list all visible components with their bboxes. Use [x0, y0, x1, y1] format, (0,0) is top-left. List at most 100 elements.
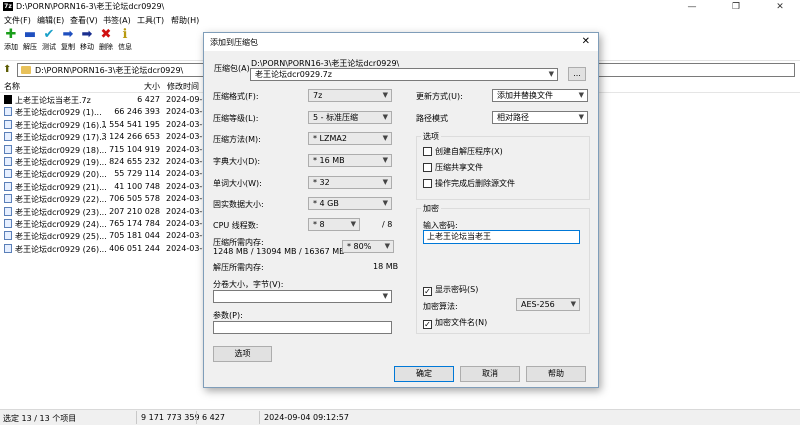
file-date: 2024-03-0 [166, 218, 208, 228]
mem-percent-value: * 80% [347, 242, 372, 251]
mem-decomp-value: 18 MB [373, 262, 399, 271]
menu-tools[interactable]: 工具(T) [137, 15, 164, 26]
format-select[interactable]: 7z ▼ [308, 89, 392, 102]
status-bar: 选定 13 / 13 个项目 9 171 773 359 6 427 2024-… [0, 409, 800, 425]
chevron-down-icon: ▼ [382, 156, 388, 164]
split-combo[interactable]: ▼ [213, 290, 392, 303]
sfx-checkbox[interactable]: 创建自解压程序(X) [423, 146, 503, 157]
options-group-title: 选项 [421, 131, 441, 142]
dict-label: 字典大小(D): [213, 157, 261, 166]
file-name: 老王论坛dcr0929 (24)... [15, 219, 107, 229]
file-size: 1 554 541 195 [101, 119, 160, 129]
dict-value: * 16 MB [313, 156, 345, 165]
column-name[interactable]: 名称 [4, 81, 20, 92]
encrypt-names-checkbox[interactable]: ✓ 加密文件名(N) [423, 317, 487, 329]
dict-select[interactable]: * 16 MB ▼ [308, 154, 392, 167]
menu-view[interactable]: 查看(V) [70, 15, 98, 26]
dialog-close-button[interactable]: ✕ [582, 35, 590, 49]
show-password-checkbox[interactable]: ✓ 显示密码(S) [423, 284, 478, 296]
level-select[interactable]: 5 - 标准压缩 ▼ [308, 111, 392, 124]
file-name: 老王论坛dcr0929 (23)... [15, 207, 107, 217]
password-input[interactable]: 上老王论坛当老王 [423, 230, 580, 244]
file-date: 2024-03-0 [166, 181, 208, 191]
file-date: 2024-03-0 [166, 107, 208, 117]
options-button[interactable]: 选项 [213, 346, 272, 362]
file-icon [4, 206, 12, 216]
mem-decomp-label: 解压所需内存: [213, 263, 264, 272]
minus-icon: ▬ [23, 27, 37, 42]
mem-percent-select[interactable]: * 80% ▼ [342, 240, 394, 253]
method-select[interactable]: * LZMA2 ▼ [308, 132, 392, 145]
format-value: 7z [313, 91, 323, 100]
path-mode-select[interactable]: 相对路径 ▼ [492, 111, 588, 124]
cancel-button[interactable]: 取消 [460, 366, 520, 382]
file-name: 老王论坛dcr0929 (1)... [15, 108, 102, 118]
shared-files-checkbox[interactable]: 压缩共享文件 [423, 162, 483, 173]
mem-comp-detail: 1248 MB / 13094 MB / 16367 MB [213, 247, 345, 256]
method-label: 压缩方法(M): [213, 135, 261, 144]
delete-x-icon: ✖ [100, 27, 112, 42]
file-name: 老王论坛dcr0929 (17)... [15, 133, 107, 143]
minimize-button[interactable]: — [672, 0, 712, 14]
encryption-method-value: AES-256 [521, 300, 555, 309]
file-size: 824 655 232 [109, 156, 160, 166]
status-focused-size: 6 427 [202, 413, 225, 422]
update-label: 更新方式(U): [416, 92, 463, 101]
file-size: 3 124 266 653 [101, 132, 160, 142]
word-select[interactable]: * 32 ▼ [308, 176, 392, 189]
archive-name-combo[interactable]: 老王论坛dcr0929.7z ▼ [250, 68, 558, 81]
split-label: 分卷大小，字节(V): [213, 280, 284, 289]
threads-label: CPU 线程数: [213, 221, 259, 230]
maximize-button[interactable]: ❐ [716, 0, 756, 14]
params-input[interactable] [213, 321, 392, 334]
delete-after-label: 操作完成后删除源文件 [435, 179, 515, 188]
chevron-down-icon: ▼ [548, 70, 554, 78]
close-window-button[interactable]: ✕ [760, 0, 800, 14]
delete-after-checkbox[interactable]: 操作完成后删除源文件 [423, 178, 515, 189]
menu-edit[interactable]: 编辑(E) [37, 15, 64, 26]
file-size: 55 729 114 [114, 169, 160, 179]
checkbox-box [423, 163, 432, 172]
dialog-title-bar: 添加到压缩包 ✕ [204, 33, 598, 51]
chevron-down-icon: ▼ [350, 220, 356, 228]
menu-help[interactable]: 帮助(H) [171, 15, 199, 26]
address-path: D:\PORN\PORN16-3\老王论坛dcr0929\ [35, 66, 184, 75]
info-button[interactable]: ℹ 信息 [114, 28, 136, 56]
file-date: 2024-03-0 [166, 144, 208, 154]
menu-file[interactable]: 文件(F) [4, 15, 31, 26]
help-button[interactable]: 帮助 [526, 366, 586, 382]
archive-name-value: 老王论坛dcr0929.7z [255, 70, 332, 79]
copy-arrow-icon: ➡ [62, 27, 74, 42]
column-modified[interactable]: 修改时间 [167, 81, 199, 92]
encrypt-names-label: 加密文件名(N) [435, 318, 488, 327]
file-size: 715 104 919 [109, 144, 160, 154]
method-value: * LZMA2 [313, 134, 347, 143]
sfx-label: 创建自解压程序(X) [435, 147, 503, 156]
update-select[interactable]: 添加并替换文件 ▼ [492, 89, 588, 102]
chevron-down-icon: ▼ [382, 199, 388, 207]
format-label: 压缩格式(F): [213, 92, 259, 101]
up-folder-icon[interactable]: ⬆ [3, 64, 15, 76]
file-icon [4, 132, 12, 142]
path-mode-value: 相对路径 [497, 113, 529, 122]
column-size[interactable]: 大小 [144, 81, 160, 92]
menu-bookmarks[interactable]: 书签(A) [103, 15, 131, 26]
solid-value: * 4 GB [313, 199, 339, 208]
file-name: 老王论坛dcr0929 (25)... [15, 232, 107, 242]
checkbox-box [423, 179, 432, 188]
browse-button[interactable]: ... [568, 67, 586, 81]
file-name: 老王论坛dcr0929 (16)... [15, 120, 107, 130]
ok-button[interactable]: 确定 [394, 366, 454, 382]
file-date: 2024-03-0 [166, 243, 208, 253]
file-name: 老王论坛dcr0929 (22)... [15, 195, 107, 205]
file-icon [4, 107, 12, 117]
file-date: 2024-03-0 [166, 132, 208, 142]
file-icon [4, 194, 12, 204]
chevron-down-icon: ▼ [578, 91, 584, 99]
file-size: 41 100 748 [114, 181, 160, 191]
encryption-method-select[interactable]: AES-256 ▼ [516, 298, 580, 311]
file-size: 765 174 784 [109, 218, 160, 228]
solid-select[interactable]: * 4 GB ▼ [308, 197, 392, 210]
threads-select[interactable]: * 8 ▼ [308, 218, 360, 231]
file-icon [4, 156, 12, 166]
